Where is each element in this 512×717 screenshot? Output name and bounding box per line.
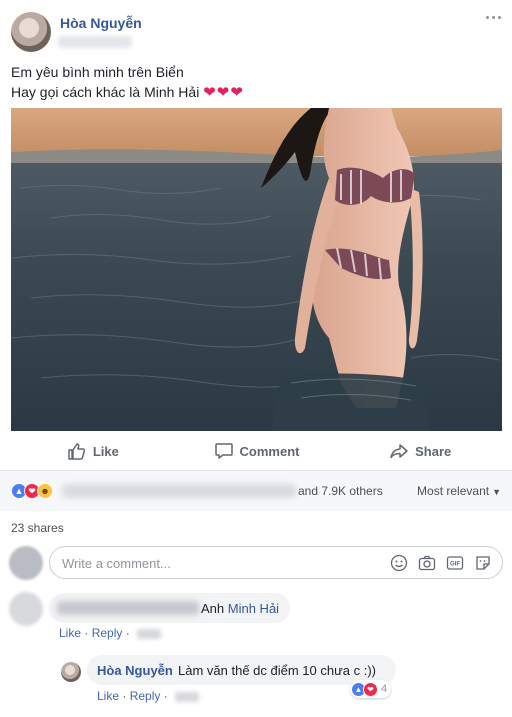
reply-reactions[interactable]: ▲ ❤ 4 <box>350 680 392 698</box>
share-button-label: Share <box>415 443 452 459</box>
shares-count[interactable]: 23 shares <box>11 521 64 535</box>
comment-time-redacted <box>137 628 162 639</box>
like-button-label: Like <box>92 443 119 459</box>
reactions-summary: ▲ ❤ ☻ and 7.9K others Most relevant ▼ <box>0 471 512 511</box>
comment-text: Anh Minh Hải <box>201 601 279 616</box>
share-button[interactable]: Share <box>338 432 502 470</box>
beach-photo-image <box>11 108 502 431</box>
comment-input[interactable]: Write a comment... GIF <box>49 546 503 579</box>
haha-icon: ☻ <box>37 483 53 499</box>
reaction-count[interactable]: and 7.9K others <box>298 484 383 498</box>
comment-like-link[interactable]: Like <box>59 626 81 640</box>
thumbs-up-icon <box>68 443 85 460</box>
post-text-line-1: Em yêu bình minh trên Biển <box>11 64 184 80</box>
reply-author-avatar[interactable] <box>61 662 81 682</box>
comment-button[interactable]: Comment <box>175 432 339 470</box>
comment-bubble: Anh Minh Hải <box>49 593 290 623</box>
caret-down-icon: ▼ <box>492 487 501 497</box>
post-body: Em yêu bình minh trên Biển Hay gọi cách … <box>11 62 244 103</box>
comment-reply-link[interactable]: Reply <box>92 626 123 640</box>
reply-bubble: Hòa Nguyễn Làm văn thế dc điểm 10 chưa c… <box>87 655 396 685</box>
commenter-avatar-redacted[interactable] <box>9 592 43 626</box>
camera-icon[interactable] <box>418 554 436 572</box>
author-avatar[interactable] <box>11 12 51 52</box>
comment-links: Like · Reply · <box>59 626 162 640</box>
comment-sort-dropdown[interactable]: Most relevant ▼ <box>417 484 501 498</box>
sticker-icon[interactable] <box>474 554 492 572</box>
reply-time-redacted <box>175 691 200 702</box>
viewer-avatar <box>9 546 43 580</box>
emoji-icon[interactable] <box>390 554 408 572</box>
reply-text: Làm văn thế dc điểm 10 chưa c :)) <box>178 663 377 678</box>
comment-button-label: Comment <box>239 443 300 459</box>
svg-text:GIF: GIF <box>450 562 460 568</box>
hearts-emoji: ❤❤❤ <box>203 84 244 101</box>
post-photo[interactable] <box>11 108 502 431</box>
like-button[interactable]: Like <box>11 432 175 470</box>
comment-input-placeholder: Write a comment... <box>62 556 171 571</box>
reply-like-link[interactable]: Like <box>97 689 119 703</box>
reaction-icons[interactable]: ▲ ❤ ☻ <box>11 483 53 499</box>
author-name[interactable]: Hòa Nguyễn <box>60 15 142 31</box>
speech-bubble-icon <box>214 443 233 459</box>
post-timestamp-redacted <box>58 36 132 48</box>
reply-reaction-count: 4 <box>381 683 388 695</box>
comment-tools: GIF <box>390 554 492 572</box>
love-icon: ❤ <box>363 681 378 697</box>
post-text-line-2: Hay gọi cách khác là Minh Hải ❤❤❤ <box>11 82 244 103</box>
separator-dot: · <box>163 689 168 703</box>
more-options-icon[interactable] <box>486 12 502 22</box>
reactors-redacted <box>62 484 296 498</box>
post-card: Hòa Nguyễn Em yêu bình minh trên Biển Ha… <box>0 0 512 717</box>
comment-text-prefix: Anh <box>201 601 225 616</box>
commenter-name-redacted[interactable] <box>57 601 199 615</box>
reply-reply-link[interactable]: Reply <box>130 689 161 703</box>
comment-mention-link[interactable]: Minh Hải <box>228 601 279 616</box>
reply-links: Like · Reply · <box>97 689 200 703</box>
share-arrow-icon <box>390 444 408 459</box>
separator-dot: · <box>84 626 89 640</box>
separator-dot: · <box>125 626 130 640</box>
post-text-line-2-words: Hay gọi cách khác là Minh Hải <box>11 84 200 100</box>
comment-sort-label: Most relevant <box>417 484 490 498</box>
separator-dot: · <box>122 689 127 703</box>
gif-icon[interactable]: GIF <box>446 554 464 572</box>
post-actions-bar: Like Comment Share <box>11 432 502 470</box>
reply-author-name[interactable]: Hòa Nguyễn <box>97 663 173 678</box>
